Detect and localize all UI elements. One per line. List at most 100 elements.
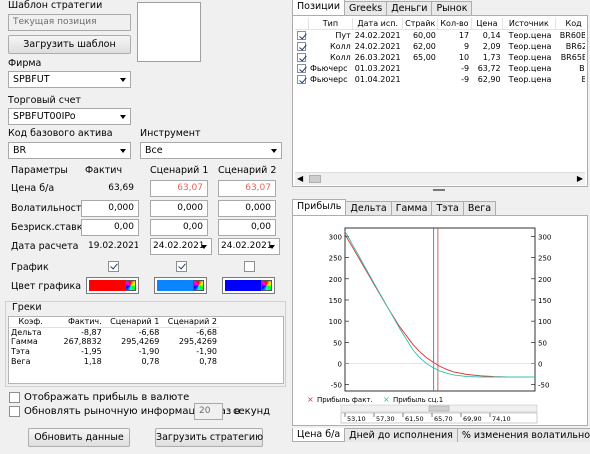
position-price: 0,14 (482, 31, 501, 40)
tab-greeks[interactable]: Greeks (344, 1, 388, 15)
positions-col-source[interactable]: Источник (502, 18, 556, 30)
account-select[interactable]: SPBFUT00IPo (8, 108, 131, 125)
color-s2-picker[interactable] (222, 277, 275, 294)
legend-label: Прибыль сц.1 (393, 396, 443, 404)
base-asset-label: Код базового актива (8, 128, 113, 139)
greeks-title: Греки (12, 302, 42, 313)
template-label: Шаблон стратегии (8, 0, 103, 11)
greek-name: Дельта (11, 327, 42, 337)
positions-hscrollbar[interactable]: ◀ ▶ (295, 172, 585, 185)
price-s1-input[interactable]: 63,07 (150, 180, 208, 197)
table-row[interactable]: Фьючерс 01.04.2021 -9 62,90 Теор.цена BR (295, 74, 585, 85)
position-checkbox[interactable] (297, 75, 306, 84)
color-fact-picker[interactable] (86, 277, 139, 294)
position-qty: -9 (461, 75, 470, 84)
chart-color-label: Цвет графика (11, 281, 82, 292)
riskfree-s1-input[interactable]: 0,00 (150, 219, 208, 236)
greek-s2: -1,90 (196, 347, 217, 357)
scroll-right-icon[interactable]: ▶ (577, 175, 583, 183)
position-date: 01.04.2021 (354, 75, 401, 84)
position-checkbox[interactable] (297, 64, 306, 73)
chart-s1-checkbox[interactable] (176, 261, 187, 272)
x-tick-label: 53,10 (347, 415, 366, 423)
tab-underlying-price[interactable]: Цена б/а (292, 428, 346, 442)
greeks-col-coef: Коэф. (18, 317, 43, 326)
volatility-fact-input[interactable]: 0,000 (81, 200, 139, 217)
positions-col-price[interactable]: Цена (471, 18, 504, 30)
tab-money[interactable]: Деньги (386, 1, 433, 15)
positions-panel: Тип Дата исп. Страйк Кол-во Цена Источни… (292, 15, 588, 187)
x-tick-label: 74,10 (492, 415, 511, 423)
show-profit-checkbox[interactable] (9, 392, 20, 403)
y-tick-label: 100 (538, 318, 551, 326)
tab-profit[interactable]: Прибыль (292, 199, 347, 215)
template-input[interactable]: Текущая позиция (8, 14, 131, 31)
positions-col-type[interactable]: Тип (308, 18, 354, 30)
splitter-grip[interactable] (433, 189, 445, 191)
date-s2-value: 24.02.2021 (221, 241, 273, 251)
positions-col-date[interactable]: Дата исп. (352, 18, 404, 30)
base-asset-select[interactable]: BR (8, 142, 131, 159)
table-row[interactable]: Колл 24.02.2021 62,00 9 2,09 Теор.цена B… (295, 41, 585, 52)
price-s2-input[interactable]: 63,07 (218, 180, 276, 197)
riskfree-s2-input[interactable]: 0,00 (218, 219, 276, 236)
firm-select[interactable]: SPBFUT (8, 71, 131, 88)
position-checkbox[interactable] (297, 53, 306, 62)
greek-name: Гамма (11, 337, 38, 347)
refresh-interval-input[interactable]: 20 (194, 403, 223, 420)
table-row[interactable]: Фьючерс 01.03.2021 -9 63,72 Теор.цена BR… (295, 63, 585, 74)
position-type: Колл (329, 42, 351, 51)
tab-market[interactable]: Рынок (431, 1, 473, 15)
riskfree-fact-input[interactable]: 0,00 (81, 219, 139, 236)
chart-s2-checkbox[interactable] (244, 261, 255, 272)
volatility-s1-input[interactable]: 0,000 (150, 200, 208, 217)
y-tick-label: 250 (329, 255, 342, 263)
tab-volatility-change[interactable]: % изменения волатильности (456, 428, 590, 442)
position-checkbox[interactable] (297, 31, 306, 40)
positions-col-code[interactable]: Код (555, 18, 585, 30)
scroll-thumb[interactable] (309, 175, 321, 183)
positions-col-qty[interactable]: Кол-во (437, 18, 472, 30)
y-tick-label: 250 (538, 255, 551, 263)
position-date: 24.02.2021 (354, 42, 401, 51)
params-header-fact: Фактич (85, 165, 123, 176)
position-checkbox[interactable] (297, 42, 306, 51)
table-row[interactable]: Пут 24.02.2021 60,00 17 0,14 Теор.цена B… (295, 30, 585, 42)
position-source: Теор.цена (508, 31, 552, 40)
position-source: Теор.цена (508, 42, 552, 51)
color-s1-picker[interactable] (154, 277, 207, 294)
scroll-left-icon[interactable]: ◀ (297, 175, 303, 183)
auto-refresh-checkbox[interactable] (9, 406, 20, 417)
tab-delta[interactable]: Дельта (345, 201, 392, 215)
refresh-unit-label: секунд (233, 406, 271, 417)
instrument-select[interactable]: Все (140, 142, 282, 159)
tab-positions[interactable]: Позиции (292, 0, 345, 15)
x-scroll-thumb (428, 405, 450, 412)
param-label-volatility: Волатильность (11, 203, 87, 214)
table-row[interactable]: Колл 26.03.2021 65,00 10 1,73 Теор.цена … (295, 52, 585, 63)
positions-col-strike[interactable]: Страйк (402, 18, 439, 30)
volatility-s2-input[interactable]: 0,000 (218, 200, 276, 217)
date-s2-picker[interactable]: 24.02.2021 (218, 238, 280, 255)
price-fact-value: 63,69 (108, 183, 134, 193)
tab-days-to-expiry[interactable]: Дней до исполнения (344, 428, 458, 442)
date-s1-picker[interactable]: 24.02.2021 (150, 238, 212, 255)
tab-theta[interactable]: Тэта (431, 201, 464, 215)
greek-name: Вега (11, 357, 31, 367)
tab-vega[interactable]: Вега (462, 201, 497, 215)
position-code: BR62B (565, 42, 585, 51)
refresh-data-button[interactable]: Обновить данные (28, 428, 130, 447)
profit-chart[interactable]: 300 300 250 250 200 200 150 150 100 100 50 50 0 0 -50 -… (293, 216, 587, 425)
series-line (344, 231, 535, 378)
greek-fact: -1,95 (81, 347, 102, 357)
load-template-button[interactable]: Загрузить шаблон (8, 35, 131, 54)
x-tick-label: 57,30 (376, 415, 395, 423)
series-line (344, 234, 535, 378)
greeks-table: Коэф. Фактич. Сценарий 1 Сценарий 2 Дель… (8, 316, 284, 384)
load-strategy-button[interactable]: Загрузить стратегию (155, 428, 263, 447)
chart-fact-checkbox[interactable] (108, 261, 119, 272)
y-tick-label: 0 (538, 360, 542, 368)
tab-gamma[interactable]: Гамма (390, 201, 433, 215)
chevron-down-icon (271, 149, 277, 153)
position-price: 63,72 (477, 64, 501, 73)
